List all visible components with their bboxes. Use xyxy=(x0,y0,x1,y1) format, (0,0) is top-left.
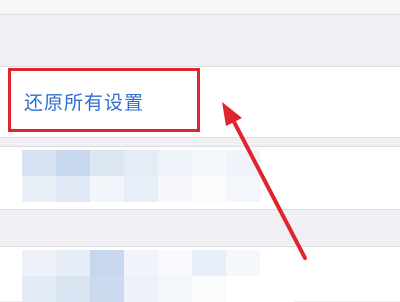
mosaic-cell xyxy=(22,276,56,302)
mosaic-cell xyxy=(22,176,56,202)
mosaic-cell xyxy=(158,176,192,202)
mosaic-cell xyxy=(90,176,124,202)
mosaic-cell xyxy=(192,276,226,302)
mosaic-cell xyxy=(90,250,124,276)
blurred-content xyxy=(22,150,294,202)
mosaic-cell xyxy=(56,250,90,276)
mosaic-cell xyxy=(192,176,226,202)
mosaic-cell xyxy=(158,150,192,176)
mosaic-cell xyxy=(90,276,124,302)
mosaic-cell xyxy=(260,176,294,202)
mosaic-cell xyxy=(226,176,260,202)
blurred-content xyxy=(22,250,294,302)
mosaic-cell xyxy=(226,250,260,276)
highlight-box xyxy=(8,68,200,132)
mosaic-cell xyxy=(226,276,260,302)
mosaic-cell xyxy=(226,150,260,176)
mosaic-cell xyxy=(124,250,158,276)
mosaic-cell xyxy=(90,150,124,176)
mosaic-cell xyxy=(192,250,226,276)
mosaic-cell xyxy=(124,276,158,302)
mosaic-cell xyxy=(192,150,226,176)
mosaic-cell xyxy=(260,250,294,276)
mosaic-cell xyxy=(56,150,90,176)
mosaic-cell xyxy=(56,176,90,202)
mosaic-cell xyxy=(158,250,192,276)
mosaic-cell xyxy=(124,150,158,176)
top-bar xyxy=(0,0,400,15)
mosaic-cell xyxy=(124,176,158,202)
mosaic-cell xyxy=(260,150,294,176)
mosaic-cell xyxy=(56,276,90,302)
mosaic-cell xyxy=(158,276,192,302)
mosaic-cell xyxy=(22,150,56,176)
mosaic-cell xyxy=(260,276,294,302)
mosaic-cell xyxy=(22,250,56,276)
